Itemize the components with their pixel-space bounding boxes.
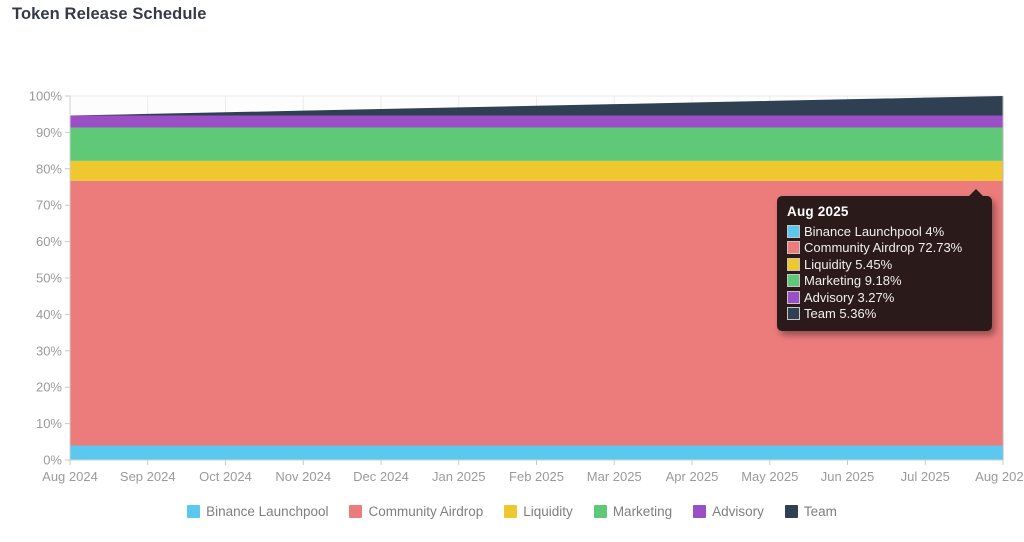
y-axis-tick-label: 100% — [29, 89, 63, 104]
area-series-liquidity — [70, 160, 1003, 181]
legend-item-label: Marketing — [612, 504, 673, 519]
legend-item-label: Binance Launchpool — [206, 504, 329, 519]
legend-item-team[interactable]: Team — [784, 504, 837, 519]
area-series-binance-launchpool — [70, 445, 1003, 460]
y-axis-tick-label: 0% — [43, 453, 62, 468]
tooltip-row-label: Binance Launchpool 4% — [804, 223, 945, 239]
tooltip-row-label: Liquidity 5.45% — [804, 256, 893, 272]
x-axis-tick-label: Aug 2024 — [42, 469, 98, 484]
tooltip-color-swatch — [787, 241, 800, 255]
y-axis-tick-label: 40% — [36, 307, 62, 322]
y-axis-tick-label: 50% — [36, 271, 62, 286]
legend-item-binance-launchpool[interactable]: Binance Launchpool — [187, 504, 328, 519]
tooltip-row-label: Team 5.36% — [804, 306, 877, 322]
x-axis-tick-label: Dec 2024 — [353, 469, 409, 484]
legend-color-swatch — [349, 505, 363, 518]
y-axis-tick-label: 10% — [36, 416, 62, 431]
area-series-marketing — [70, 127, 1003, 161]
x-axis-tick-label: Jun 2025 — [821, 469, 875, 484]
tooltip-color-swatch — [787, 257, 800, 271]
y-axis-tick-label: 70% — [36, 198, 62, 213]
legend-color-swatch — [784, 505, 798, 518]
tooltip-arrow-icon — [968, 189, 984, 197]
x-axis-tick-label: Sep 2024 — [120, 469, 176, 484]
x-axis-tick-label: Aug 2025 — [975, 469, 1024, 484]
tooltip-title: Aug 2025 — [787, 204, 849, 219]
legend-item-label: Liquidity — [523, 504, 573, 519]
legend-item-label: Team — [803, 504, 837, 519]
y-axis-tick-label: 90% — [36, 125, 62, 140]
legend-color-swatch — [693, 505, 707, 518]
legend-color-swatch — [187, 505, 201, 518]
legend-color-swatch — [593, 505, 607, 518]
legend-item-label: Community Airdrop — [368, 504, 484, 519]
y-axis-tick-label: 30% — [36, 343, 62, 358]
y-axis-tick-label: 60% — [36, 234, 62, 249]
tooltip-row: Marketing 9.18% — [787, 273, 982, 290]
tooltip-row-label: Marketing 9.18% — [804, 273, 902, 289]
tooltip-row: Binance Launchpool 4% — [787, 223, 982, 240]
legend-color-swatch — [504, 505, 518, 518]
tooltip-row-label: Community Airdrop 72.73% — [804, 240, 963, 256]
y-axis-tick-label: 20% — [36, 380, 62, 395]
y-axis-tick-label: 80% — [36, 161, 62, 176]
legend-item-advisory[interactable]: Advisory — [693, 504, 764, 519]
x-axis-tick-label: Feb 2025 — [509, 469, 564, 484]
x-axis-tick-label: Nov 2024 — [275, 469, 331, 484]
tooltip-color-swatch — [787, 290, 800, 304]
area-series-advisory — [70, 115, 1003, 128]
x-axis-tick-label: Jan 2025 — [432, 469, 486, 484]
chart-tooltip: Aug 2025 Binance Launchpool 4% Community … — [777, 189, 992, 331]
tooltip-row: Liquidity 5.45% — [787, 256, 982, 273]
tooltip-row: Team 5.36% — [787, 306, 982, 323]
tooltip-row-label: Advisory 3.27% — [804, 289, 895, 305]
legend-item-label: Advisory — [712, 504, 764, 519]
tooltip-color-swatch — [787, 307, 800, 321]
legend-item-community-airdrop[interactable]: Community Airdrop — [349, 504, 483, 519]
x-axis-tick-label: Oct 2024 — [199, 469, 252, 484]
tooltip-row: Community Airdrop 72.73% — [787, 240, 982, 257]
tooltip-row: Advisory 3.27% — [787, 289, 982, 306]
x-axis-tick-label: Mar 2025 — [587, 469, 642, 484]
tooltip-color-swatch — [787, 224, 800, 238]
legend-item-marketing[interactable]: Marketing — [593, 504, 673, 519]
legend-item-liquidity[interactable]: Liquidity — [504, 504, 573, 519]
chart-legend: Binance Launchpool Community Airdrop Liqui… — [0, 504, 1024, 519]
tooltip-color-swatch — [787, 274, 800, 288]
x-axis-tick-label: Jul 2025 — [901, 469, 950, 484]
x-axis-tick-label: Apr 2025 — [666, 469, 719, 484]
tooltip-row-list: Binance Launchpool 4% Community Airdrop 7… — [787, 223, 982, 322]
x-axis-tick-label: May 2025 — [741, 469, 798, 484]
